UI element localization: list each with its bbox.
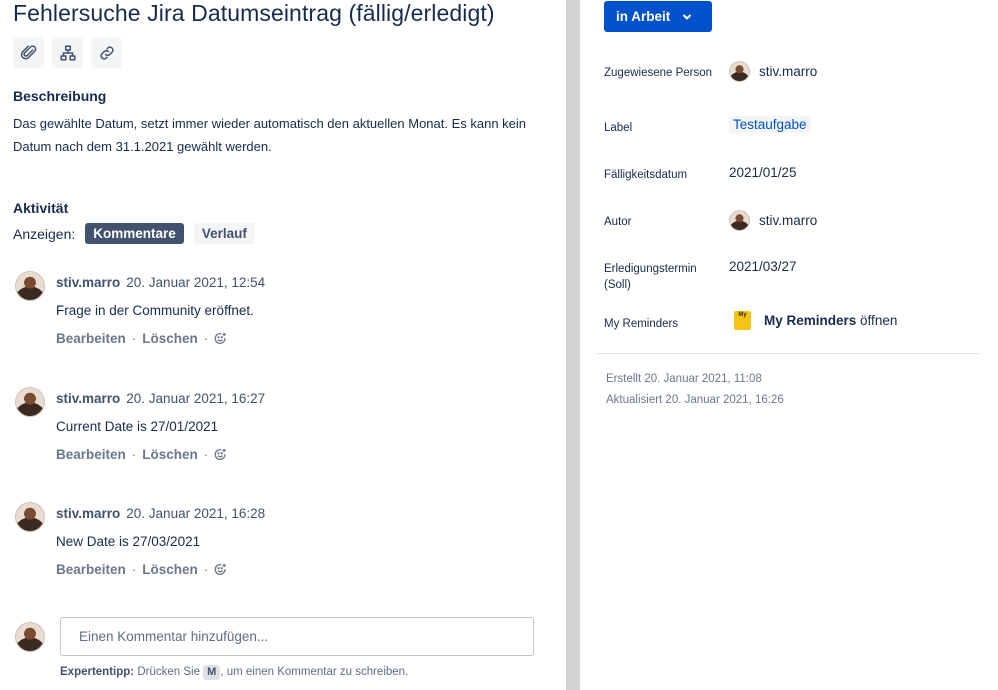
assignee-value[interactable]: stiv.marro [729,61,817,82]
child-issue-icon [60,45,75,60]
reminder-app-icon: My [734,311,751,330]
pro-tip: Expertentipp: Drücken Sie M, um einen Ko… [60,665,408,680]
comment-date[interactable]: 20. Januar 2021, 12:54 [126,275,265,290]
avatar [729,61,750,82]
avatar [729,210,750,231]
comment-author[interactable]: stiv.marro [56,391,120,406]
separator: · [131,331,137,346]
comment-date[interactable]: 20. Januar 2021, 16:27 [126,391,265,406]
activity-filter: Anzeigen: Kommentare Verlauf [13,223,255,244]
done-date-label: Erledigungstermin (Soll) [604,263,697,291]
panel-scrollbar[interactable] [566,0,580,690]
delete-comment-button[interactable]: Löschen [142,331,198,346]
done-date-value[interactable]: 2021/03/27 [729,259,797,274]
smiley-add-icon [214,332,227,344]
issue-main-panel: Fehlersuche Jira Datumseintrag (fällig/e… [0,0,566,690]
add-reaction-button[interactable] [214,331,227,346]
tab-comments[interactable]: Kommentare [85,223,184,244]
activity-heading: Aktivität [13,200,69,216]
status-dropdown[interactable]: in Arbeit [604,1,712,32]
edit-comment-button[interactable]: Bearbeiten [56,447,126,462]
edit-comment-button[interactable]: Bearbeiten [56,562,126,577]
pro-tip-pre: Drücken Sie [137,666,200,678]
smiley-add-icon [214,448,227,460]
due-date-value[interactable]: 2021/01/25 [729,165,797,180]
issue-details-panel: in Arbeit Zugewiesene Person stiv.marro … [580,0,998,690]
updated-date: Aktualisiert 20. Januar 2021, 16:26 [606,394,784,406]
attach-button[interactable] [13,37,44,68]
link-icon [99,45,114,60]
avatar[interactable] [15,387,45,417]
chevron-down-icon [683,14,692,20]
attachment-icon [20,44,36,59]
separator: · [203,447,209,462]
created-date: Erstellt 20. Januar 2021, 11:08 [606,373,762,385]
avatar[interactable] [15,271,45,301]
reminders-label: My Reminders [604,318,679,330]
comment-author[interactable]: stiv.marro [56,506,120,521]
edit-comment-button[interactable]: Bearbeiten [56,331,126,346]
delete-comment-button[interactable]: Löschen [142,447,198,462]
avatar [15,622,45,652]
add-comment-input[interactable] [60,617,534,656]
reminders-bold: My Reminders [764,313,857,328]
label-chip[interactable]: Testaufgabe [729,116,811,133]
status-label: in Arbeit [616,9,671,24]
details-divider [596,353,980,354]
delete-comment-button[interactable]: Löschen [142,562,198,577]
link-issue-button[interactable] [91,37,122,68]
label-field-label: Label [604,122,633,134]
comment-header: stiv.marro 20. Januar 2021, 16:28 [56,506,265,521]
comment-actions: Bearbeiten · Löschen · [56,331,227,346]
pro-tip-post: , um einen Kommentar zu schreiben. [220,666,409,678]
label-field-value[interactable]: Testaufgabe [729,116,811,133]
assignee-label: Zugewiesene Person [604,67,713,79]
smiley-add-icon [214,563,227,575]
avatar[interactable] [15,502,45,532]
reporter-name: stiv.marro [759,213,818,228]
comment-header: stiv.marro 20. Januar 2021, 12:54 [56,275,265,290]
separator: · [203,562,209,577]
due-date-label: Fälligkeitsdatum [604,169,688,181]
comment-body: Current Date is 27/01/2021 [56,419,219,434]
description-text[interactable]: Das gewählte Datum, setzt immer wieder a… [13,112,533,158]
add-reaction-button[interactable] [214,447,227,462]
reminders-open: öffnen [860,313,898,328]
pro-tip-label: Expertentipp: [60,666,135,678]
reminders-link[interactable]: My My Reminders öffnen [734,311,897,330]
separator: · [131,447,137,462]
issue-toolbar [13,37,122,68]
tab-history[interactable]: Verlauf [193,223,255,244]
comment-actions: Bearbeiten · Löschen · [56,562,227,577]
comment-date[interactable]: 20. Januar 2021, 16:28 [126,506,265,521]
add-reaction-button[interactable] [214,562,227,577]
description-heading: Beschreibung [13,88,107,104]
assignee-name: stiv.marro [759,64,818,79]
show-label: Anzeigen: [13,225,76,242]
shortcut-key: M [203,665,221,680]
issue-title[interactable]: Fehlersuche Jira Datumseintrag (fällig/e… [13,0,495,27]
comment-actions: Bearbeiten · Löschen · [56,447,227,462]
comment-header: stiv.marro 20. Januar 2021, 16:27 [56,391,265,406]
comment-author[interactable]: stiv.marro [56,275,120,290]
separator: · [203,331,209,346]
reporter-value[interactable]: stiv.marro [729,210,817,231]
reporter-label: Autor [604,216,632,228]
comment-body: Frage in der Community eröffnet. [56,303,254,318]
separator: · [131,562,137,577]
add-child-issue-button[interactable] [52,37,83,68]
comment-body: New Date is 27/03/2021 [56,534,201,549]
